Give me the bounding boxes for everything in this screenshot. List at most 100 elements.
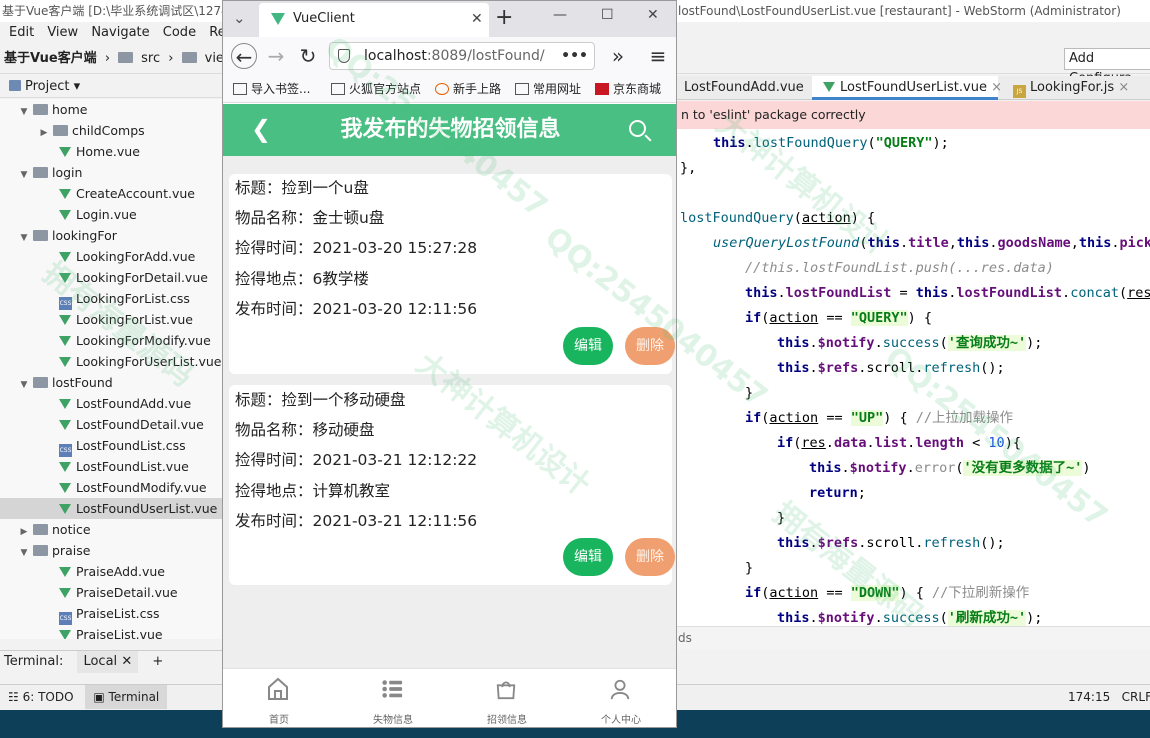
editor-tab-lookingfor-js[interactable]: JS LookingFor.js × xyxy=(1002,76,1132,100)
tree-folder[interactable]: ▼ login xyxy=(0,162,222,183)
jd-icon xyxy=(595,83,609,95)
url-host: localhost xyxy=(364,48,427,64)
bookmark-jd[interactable]: 京东商城 xyxy=(595,75,661,103)
minimize-icon[interactable]: — xyxy=(553,7,567,23)
tree-file[interactable]: PraiseList.vue xyxy=(0,624,222,639)
tree-file[interactable]: LookingForModify.vue xyxy=(0,330,222,351)
project-panel-header[interactable]: Project ▾ xyxy=(0,76,222,98)
list-item[interactable]: 标题：捡到一个移动硬盘 物品名称：移动硬盘 捡得时间：2021-03-21 12… xyxy=(229,385,675,585)
terminal-tool-button[interactable]: ▣ Terminal xyxy=(85,685,168,709)
tree-folder[interactable]: ▶ notice xyxy=(0,519,222,540)
menu-code[interactable]: Code xyxy=(163,22,196,44)
reload-icon[interactable]: ↻ xyxy=(295,43,321,69)
bookmark-import[interactable]: 导入书签... xyxy=(233,75,310,103)
tree-folder[interactable]: ▼ lookingFor xyxy=(0,225,222,246)
delete-button[interactable]: 删除 xyxy=(625,538,675,576)
import-icon xyxy=(233,83,247,95)
list-item[interactable]: 标题：捡到一个u盘 物品名称：金士顿u盘 捡得时间：2021-03-20 15:… xyxy=(229,174,675,374)
tree-file[interactable]: LostFoundList.vue xyxy=(0,456,222,477)
menu-edit[interactable]: Edit xyxy=(9,22,34,44)
tree-file[interactable]: CSS LostFoundList.css xyxy=(0,435,222,457)
editor-tab-lostfounduserlist[interactable]: LostFoundUserList.vue × xyxy=(812,76,1002,100)
vue-file-icon xyxy=(59,273,71,283)
cursor-position[interactable]: 174:15 xyxy=(1068,690,1110,704)
bookmark-label: 火狐官方站点 xyxy=(349,82,422,96)
close-icon[interactable]: × xyxy=(991,80,1002,95)
close-icon[interactable]: × xyxy=(1118,80,1129,95)
item-goods: 物品名称：金士顿u盘 xyxy=(235,209,385,227)
bookmark-firefox-site[interactable]: 火狐官方站点 xyxy=(331,75,421,103)
tree-label: LookingForModify.vue xyxy=(76,333,211,348)
item-title: 标题：捡到一个u盘 xyxy=(235,179,369,197)
new-tab-button[interactable]: + xyxy=(495,5,513,30)
chevron-down-icon: ▾ xyxy=(73,79,81,94)
vue-file-icon xyxy=(59,336,71,346)
vue-file-icon xyxy=(59,399,71,409)
forward-icon[interactable]: → xyxy=(263,43,289,69)
bookmark-common-sites[interactable]: 常用网址 xyxy=(515,75,581,103)
maximize-icon[interactable]: ☐ xyxy=(601,7,614,23)
tree-file[interactable]: PraiseAdd.vue xyxy=(0,561,222,582)
tree-file[interactable]: LookingForUserList.vue xyxy=(0,351,222,372)
tree-file[interactable]: LookingForAdd.vue xyxy=(0,246,222,267)
tree-folder[interactable]: ▼ praise xyxy=(0,540,222,561)
tree-file[interactable]: Home.vue xyxy=(0,141,222,162)
tree-file[interactable]: CSS LookingForList.css xyxy=(0,288,222,310)
tree-folder[interactable]: ▼ home xyxy=(0,99,222,120)
close-icon[interactable]: ✕ xyxy=(471,3,483,35)
tree-label: LostFoundModify.vue xyxy=(76,480,207,495)
js-file-icon: JS xyxy=(1013,85,1026,98)
code-line: //this.lostFoundList.push(...res.data) xyxy=(745,260,1054,276)
breadcrumb-src[interactable]: src xyxy=(141,51,160,66)
tab-profile[interactable]: 个人中心 xyxy=(581,669,661,727)
vue-file-icon xyxy=(59,357,71,367)
menu-view[interactable]: View xyxy=(47,22,78,44)
folder-icon xyxy=(33,167,48,178)
editor-tab-lostfoundadd[interactable]: LostFoundAdd.vue xyxy=(676,76,808,100)
tab-found-info[interactable]: 招领信息 xyxy=(467,669,547,727)
hamburger-menu-icon[interactable]: ≡ xyxy=(645,43,671,69)
tree-folder[interactable]: ▶ childComps xyxy=(0,120,222,141)
tree-file[interactable]: LookingForDetail.vue xyxy=(0,267,222,288)
browser-nav-bar: ← → ↻ localhost:8089/lostFound/ ••• » ≡ xyxy=(223,37,676,75)
terminal-tab-local[interactable]: Local ✕ xyxy=(77,651,139,673)
tree-folder[interactable]: ▼ lostFound xyxy=(0,372,222,393)
code-line: this.lostFoundList = this.lostFoundList.… xyxy=(745,285,1150,301)
add-terminal-button[interactable]: + xyxy=(152,654,163,669)
app-header: ❮ 我发布的失物招领信息 xyxy=(223,104,676,156)
tree-file[interactable]: LostFoundModify.vue xyxy=(0,477,222,498)
browser-tab-vueclient[interactable]: VueClient ✕ xyxy=(259,3,489,37)
tree-file[interactable]: Login.vue xyxy=(0,204,222,225)
delete-button[interactable]: 删除 xyxy=(625,327,675,365)
tree-file[interactable]: LostFoundDetail.vue xyxy=(0,414,222,435)
todo-tool-button[interactable]: ☷ 6: TODO xyxy=(0,685,82,709)
tree-file[interactable]: LostFoundAdd.vue xyxy=(0,393,222,414)
code-editor[interactable]: this.lostFoundQuery("QUERY"); }, lostFou… xyxy=(676,129,1150,626)
edit-button[interactable]: 编辑 xyxy=(563,538,613,576)
add-configuration-button[interactable]: Add Configura xyxy=(1064,48,1150,86)
chevron-down-icon[interactable]: ⌄ xyxy=(233,9,246,27)
bookmark-getting-started[interactable]: 新手上路 xyxy=(435,75,501,103)
item-place: 捡得地点：6教学楼 xyxy=(235,270,369,288)
overflow-chevron-icon[interactable]: » xyxy=(605,43,631,69)
tree-file[interactable]: PraiseDetail.vue xyxy=(0,582,222,603)
tree-file[interactable]: LookingForList.vue xyxy=(0,309,222,330)
more-actions-icon[interactable]: ••• xyxy=(561,43,588,69)
breadcrumb-project[interactable]: 基于Vue客户端 xyxy=(4,51,97,66)
tab-home[interactable]: 首页 xyxy=(239,669,319,727)
item-publish: 发布时间：2021-03-21 12:11:56 xyxy=(235,512,478,530)
tree-file[interactable]: CSS PraiseList.css xyxy=(0,603,222,625)
menu-navigate[interactable]: Navigate xyxy=(91,22,149,44)
url-bar[interactable]: localhost:8089/lostFound/ ••• xyxy=(329,42,595,70)
close-icon[interactable]: ✕ xyxy=(121,654,132,669)
tree-file[interactable]: LostFoundUserList.vue xyxy=(0,498,222,519)
edit-button[interactable]: 编辑 xyxy=(563,327,613,365)
tree-file[interactable]: CreateAccount.vue xyxy=(0,183,222,204)
close-window-icon[interactable]: ✕ xyxy=(647,7,659,23)
line-ending[interactable]: CRLF xyxy=(1122,690,1150,704)
search-icon[interactable] xyxy=(629,120,646,137)
tab-lost-info[interactable]: 失物信息 xyxy=(353,669,433,727)
folder-icon xyxy=(33,104,48,115)
back-icon[interactable]: ← xyxy=(231,43,257,69)
lost-found-list: 标题：捡到一个u盘 物品名称：金士顿u盘 捡得时间：2021-03-20 15:… xyxy=(223,156,676,668)
